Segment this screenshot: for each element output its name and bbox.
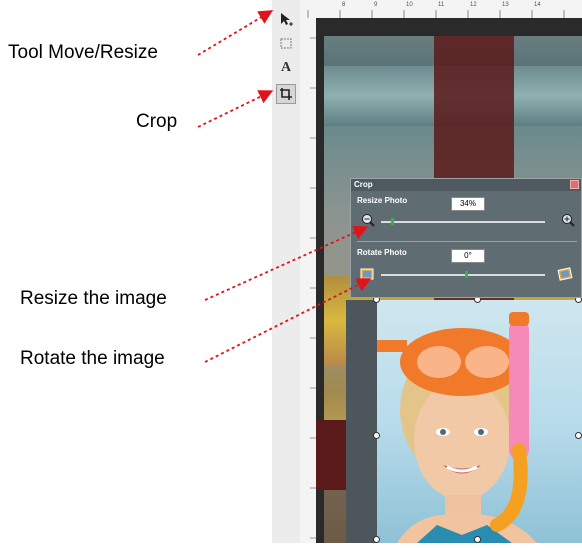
pointer-move-icon [281,13,293,26]
rotate-left-icon[interactable] [358,267,376,286]
resize-value-field[interactable]: 34% [451,197,485,211]
resize-slider-knob[interactable] [391,218,394,225]
ruler-left [300,18,317,543]
arrow-move-resize [197,10,274,56]
resize-photo-label: Resize Photo [357,196,408,205]
ruler-number: 14 [534,2,541,8]
ruler-left-ticks [310,37,316,539]
marquee-icon [280,38,292,49]
ruler-number: 8 [342,2,346,8]
tool-strip: A [272,0,301,543]
zoom-out-icon[interactable] [361,213,375,232]
annotation-crop: Crop [136,111,178,132]
annotation-tool-move-resize: Tool Move/Resize [8,42,158,63]
rotate-value-field[interactable]: 0° [451,249,485,263]
resize-handle[interactable] [373,536,380,543]
text-tool[interactable]: A [276,58,296,78]
rotate-slider[interactable] [381,274,545,276]
ruler-top: 8 9 10 11 12 13 14 [300,0,582,19]
girl-snorkel-photo [377,312,537,543]
crop-dialog: Crop Resize Photo 34% Rotate Photo 0° [350,178,582,298]
close-button[interactable] [570,180,579,189]
ruler-number: 12 [470,2,477,8]
crop-dialog-title: Crop [351,179,581,191]
rotate-photo-label: Rotate Photo [357,248,407,257]
ruler-number: 10 [406,2,413,8]
annotation-rotate-image: Rotate the image [20,348,165,369]
rotate-right-icon[interactable] [556,267,574,286]
arrow-crop [197,90,274,128]
rotate-slider-knob[interactable] [465,271,468,278]
text-tool-label: A [280,60,292,75]
ruler-number: 13 [502,2,509,8]
crop-tool[interactable] [276,84,296,104]
ruler-number: 9 [374,2,378,8]
dialog-separator [357,241,577,242]
annotation-resize-image: Resize the image [20,288,167,309]
zoom-in-icon[interactable] [561,213,575,232]
resize-handle[interactable] [474,536,481,543]
ruler-number: 11 [438,2,445,8]
selected-photo[interactable] [377,300,582,543]
resize-slider[interactable] [381,221,545,223]
crop-icon [280,88,292,100]
frame-dark-block [316,420,346,490]
move-resize-tool[interactable] [276,9,296,29]
marquee-tool[interactable] [276,34,296,54]
resize-handle[interactable] [575,432,582,439]
resize-handle[interactable] [373,432,380,439]
